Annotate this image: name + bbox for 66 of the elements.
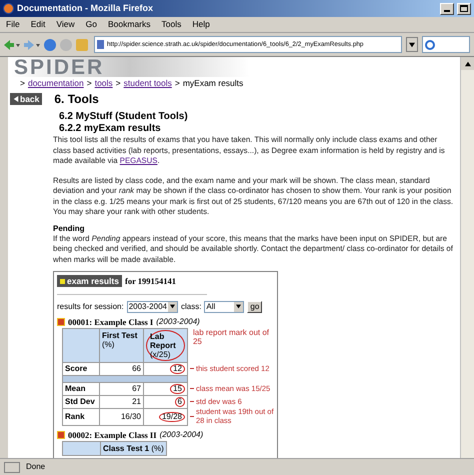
checkbox-icon: [57, 318, 65, 326]
left-triangle-icon: [13, 96, 19, 102]
breadcrumb-separator: >: [20, 78, 25, 88]
menu-item[interactable]: Help: [192, 18, 210, 31]
session-select[interactable]: 2003-2004: [126, 300, 178, 313]
dropdown-button[interactable]: [406, 37, 418, 52]
maximize-button[interactable]: [457, 2, 471, 14]
class-title: 00002: Example Class II: [68, 430, 157, 440]
forward-arrow-icon[interactable]: [24, 40, 40, 50]
column-header: First Test (%): [102, 330, 138, 350]
go-button[interactable]: go: [247, 300, 262, 313]
menu-item[interactable]: Edit: [30, 18, 46, 31]
class-title: 00001: Example Class I: [68, 316, 154, 327]
menu-item[interactable]: Tools: [162, 18, 182, 31]
minimize-button[interactable]: [440, 2, 454, 14]
table-cell: 67: [132, 384, 141, 393]
scrollbar[interactable]: [460, 57, 474, 458]
caret-icon: [236, 304, 242, 310]
pending-heading: Pending: [53, 224, 86, 234]
session-label: results for session:: [57, 300, 124, 313]
up-arrow-icon: [464, 60, 470, 66]
section-heading: 6.2 MyStuff (Student Tools): [59, 111, 189, 123]
status-text: Done: [26, 461, 46, 473]
breadcrumb-link[interactable]: documentation: [28, 78, 84, 88]
row-label: Mean: [65, 384, 86, 392]
annotation-note: lab report mark out of 25: [192, 328, 270, 346]
back-arrow-icon[interactable]: [4, 40, 20, 50]
status-icon: [4, 462, 20, 472]
caret-icon: [170, 304, 175, 310]
row-label: Score: [65, 364, 88, 372]
column-header: Lab Report (x/25): [146, 330, 185, 361]
table-cell: 15: [170, 384, 185, 394]
breadcrumb-separator: >: [86, 78, 92, 88]
class-session: (2003-2004): [160, 430, 204, 440]
menu-item[interactable]: File: [6, 18, 20, 31]
window-title: Documentation - Mozilla Firefox: [17, 2, 154, 15]
student-number: for 199154141: [124, 275, 176, 288]
menu-item[interactable]: Go: [86, 18, 97, 31]
back-button[interactable]: back: [10, 93, 42, 105]
subsection-heading: 6.2.2 myExam results: [59, 123, 162, 135]
breadcrumb-link[interactable]: student tools: [124, 78, 172, 88]
menu-item[interactable]: View: [56, 18, 75, 31]
menu-item[interactable]: Bookmarks: [108, 18, 150, 31]
row-label: Std Dev: [65, 396, 95, 406]
table-cell: 6: [174, 396, 185, 407]
breadcrumb-current: myExam results: [182, 78, 244, 88]
class-select[interactable]: All: [204, 300, 244, 313]
caret-icon: [409, 42, 415, 48]
class-session: (2003-2004): [156, 316, 200, 327]
checkbox-icon: [57, 430, 65, 439]
breadcrumb-separator: >: [116, 78, 121, 88]
breadcrumb-separator: >: [174, 78, 180, 88]
class-label: class:: [180, 300, 202, 313]
exam-results-badge: exam results: [57, 275, 122, 288]
table-cell: 21: [132, 398, 141, 406]
table-cell: 16/30: [120, 412, 141, 421]
table-cell: 66: [132, 364, 141, 373]
row-label: Rank: [65, 412, 85, 420]
breadcrumb-link[interactable]: tools: [94, 78, 113, 88]
search-field[interactable]: [422, 36, 470, 53]
page-heading: 6. Tools: [54, 92, 99, 106]
column-header: Class Test 1 (%): [103, 442, 164, 454]
table-cell: 12: [170, 364, 185, 374]
site-logo: SPIDER: [13, 57, 104, 78]
search-engine-icon: [425, 40, 435, 50]
table-cell: 19/28: [158, 412, 185, 422]
